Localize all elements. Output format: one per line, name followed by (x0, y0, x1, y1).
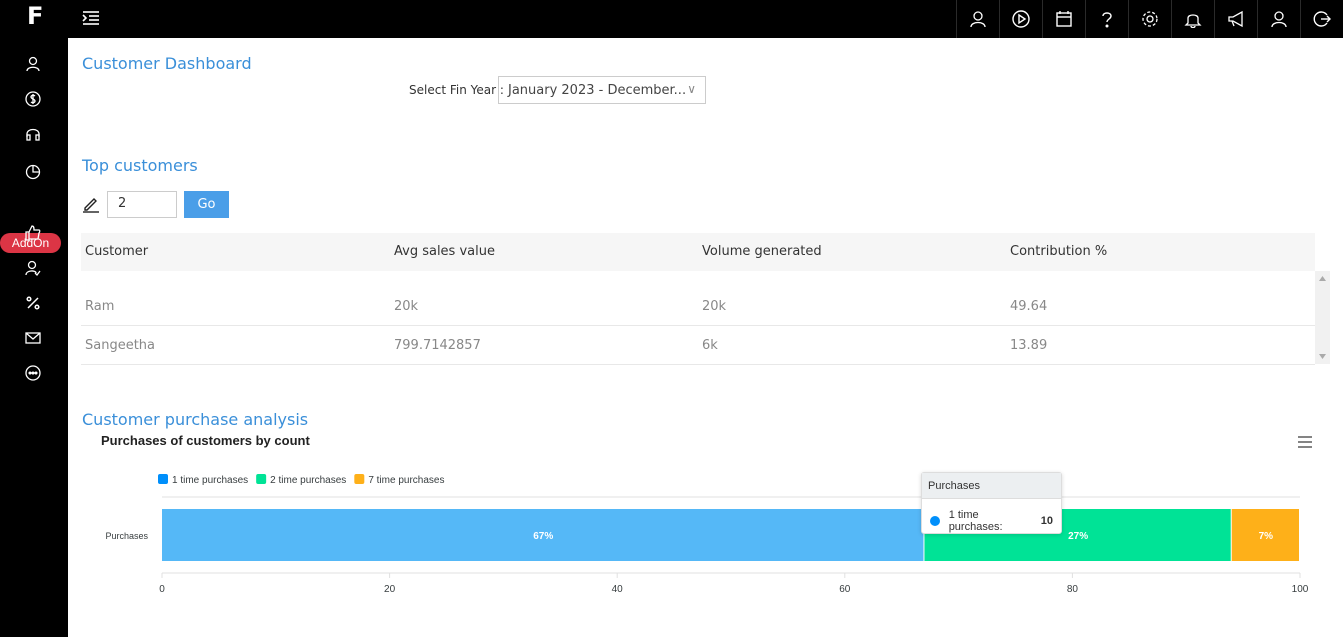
chart-title: Purchases of customers by count (101, 433, 310, 448)
pencil-icon[interactable] (82, 195, 100, 213)
calendar-icon[interactable] (1042, 0, 1085, 38)
fin-year-value: January 2023 - December... (508, 83, 687, 98)
percent-icon[interactable] (25, 295, 41, 311)
fin-year-label: Select Fin Year : (409, 83, 504, 97)
table-cell: 20k (394, 299, 419, 314)
play-circle-icon[interactable] (999, 0, 1042, 38)
table-scrollbar[interactable] (1315, 271, 1330, 364)
logout-icon[interactable] (1300, 0, 1343, 38)
column-header[interactable]: Avg sales value (394, 233, 495, 271)
main-content: Customer Dashboard Select Fin Year : Jan… (68, 38, 1343, 637)
bell-icon[interactable] (1171, 0, 1214, 38)
table-cell: Sangeetha (85, 338, 156, 353)
chart-container: Purchases of customers by count (81, 433, 1331, 633)
megaphone-icon[interactable] (1214, 0, 1257, 38)
mail-icon[interactable] (25, 330, 41, 346)
help-icon[interactable] (1085, 0, 1128, 38)
table-row[interactable]: Ram 20k 20k 49.64 (81, 288, 1315, 326)
thumbs-up-icon[interactable] (25, 225, 41, 241)
user-check-icon[interactable] (25, 260, 41, 276)
go-button[interactable]: Go (184, 191, 229, 218)
page-title: Customer Dashboard (82, 54, 252, 73)
tooltip-marker (930, 516, 940, 526)
table-row[interactable]: Sangeetha 799.7142857 6k 13.89 (81, 327, 1315, 365)
app-logo: F (27, 2, 44, 30)
user-icon[interactable] (956, 0, 999, 38)
top-count-input[interactable]: 2 (107, 191, 177, 218)
chevron-down-icon: ∨ (687, 82, 696, 96)
headset-icon[interactable] (25, 126, 41, 142)
settings-icon[interactable] (1128, 0, 1171, 38)
table-cell: Ram (85, 299, 115, 314)
table-cell: 49.64 (1010, 299, 1048, 314)
column-header[interactable]: Customer (85, 233, 148, 271)
top-navbar: F (0, 0, 1343, 38)
table-cell: 6k (702, 338, 718, 353)
tooltip-value: 10 (1040, 515, 1053, 527)
chart-tooltip: Purchases 1 time purchases: 10 (921, 472, 1062, 534)
table-header: Customer Avg sales value Volume generate… (81, 233, 1315, 271)
pie-chart-icon[interactable] (25, 164, 41, 180)
fin-year-select[interactable]: January 2023 - December... ∨ (498, 76, 706, 104)
menu-toggle-icon[interactable] (82, 10, 100, 26)
user-icon[interactable] (25, 56, 41, 72)
table-cell: 799.7142857 (394, 338, 481, 353)
tooltip-label: 1 time purchases: (948, 509, 1003, 533)
profile-icon[interactable] (1257, 0, 1300, 38)
table-cell: 13.89 (1010, 338, 1048, 353)
analysis-title: Customer purchase analysis (82, 410, 309, 429)
column-header[interactable]: Contribution % (1010, 233, 1107, 271)
dollar-icon[interactable] (25, 91, 41, 107)
top-customers-title: Top customers (82, 156, 198, 175)
tooltip-title: Purchases (922, 473, 1061, 499)
sidebar: AddOn (0, 38, 68, 637)
column-header[interactable]: Volume generated (702, 233, 822, 271)
chart-menu-icon[interactable] (1297, 435, 1313, 449)
more-icon[interactable] (25, 365, 41, 381)
table-cell: 20k (702, 299, 727, 314)
